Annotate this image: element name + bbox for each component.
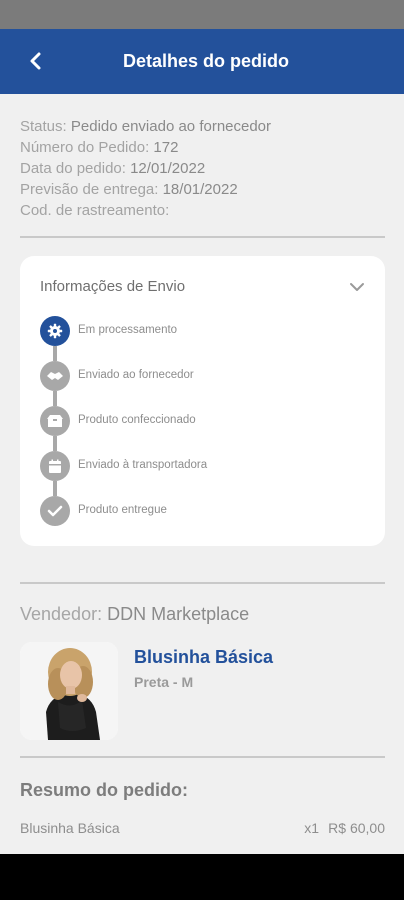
product-image[interactable] [20, 642, 118, 740]
order-status: Status: Pedido enviado ao fornecedor [20, 118, 272, 135]
chevron-down-icon[interactable] [349, 280, 365, 298]
gear-icon [40, 316, 70, 346]
shipping-info-card: Informações de Envio Em processamento En… [20, 256, 385, 546]
step-em-processamento: Em processamento [40, 316, 370, 346]
handshake-icon [40, 361, 70, 391]
shipping-info-title: Informações de Envio [40, 278, 186, 295]
order-info: Status: Pedido enviado ao fornecedor Núm… [20, 116, 271, 221]
product-name[interactable]: Blusinha Básica [134, 647, 273, 668]
status-bar [0, 0, 404, 29]
divider [20, 236, 385, 238]
divider [20, 582, 385, 584]
step-connector [53, 346, 57, 361]
step-label: Produto confeccionado [78, 414, 196, 426]
box-icon [40, 406, 70, 436]
app-bar: Detalhes do pedido [0, 29, 404, 94]
summary-item-name: Blusinha Básica [20, 820, 120, 836]
step-connector [53, 481, 57, 496]
step-connector [53, 391, 57, 406]
step-produto-confeccionado: Produto confeccionado [40, 406, 370, 436]
calendar-icon [40, 451, 70, 481]
step-label: Em processamento [78, 324, 178, 336]
step-label: Produto entregue [78, 504, 167, 516]
step-label: Enviado à transportadora [78, 459, 208, 471]
summary-title: Resumo do pedido: [20, 780, 188, 800]
step-connector [53, 436, 57, 451]
order-number: Número do Pedido: 172 [20, 139, 179, 156]
delivery-estimate: Previsão de entrega: 18/01/2022 [20, 181, 238, 198]
page-title: Detalhes do pedido [122, 51, 290, 71]
vendor-name: DDN Marketplace [107, 604, 250, 624]
divider [20, 756, 385, 758]
step-enviado-transportadora: Enviado à transportadora [40, 451, 370, 481]
order-details: Status: Pedido enviado ao fornecedor Núm… [0, 94, 404, 854]
vendor-info: Vendedor: DDN Marketplace [20, 604, 250, 624]
step-produto-entregue: Produto entregue [40, 496, 370, 526]
step-enviado-fornecedor: Enviado ao fornecedor [40, 361, 370, 391]
step-label: Enviado ao fornecedor [78, 369, 194, 381]
check-icon [40, 496, 70, 526]
tracking-code: Cod. de rastreamento: [20, 202, 170, 219]
product-variant: Preta - M [134, 674, 194, 690]
summary-item-price: R$ 60,00 [328, 820, 385, 836]
summary-item-qty: x1 [304, 820, 319, 836]
navigation-bar [0, 854, 404, 900]
order-date: Data do pedido: 12/01/2022 [20, 160, 206, 177]
